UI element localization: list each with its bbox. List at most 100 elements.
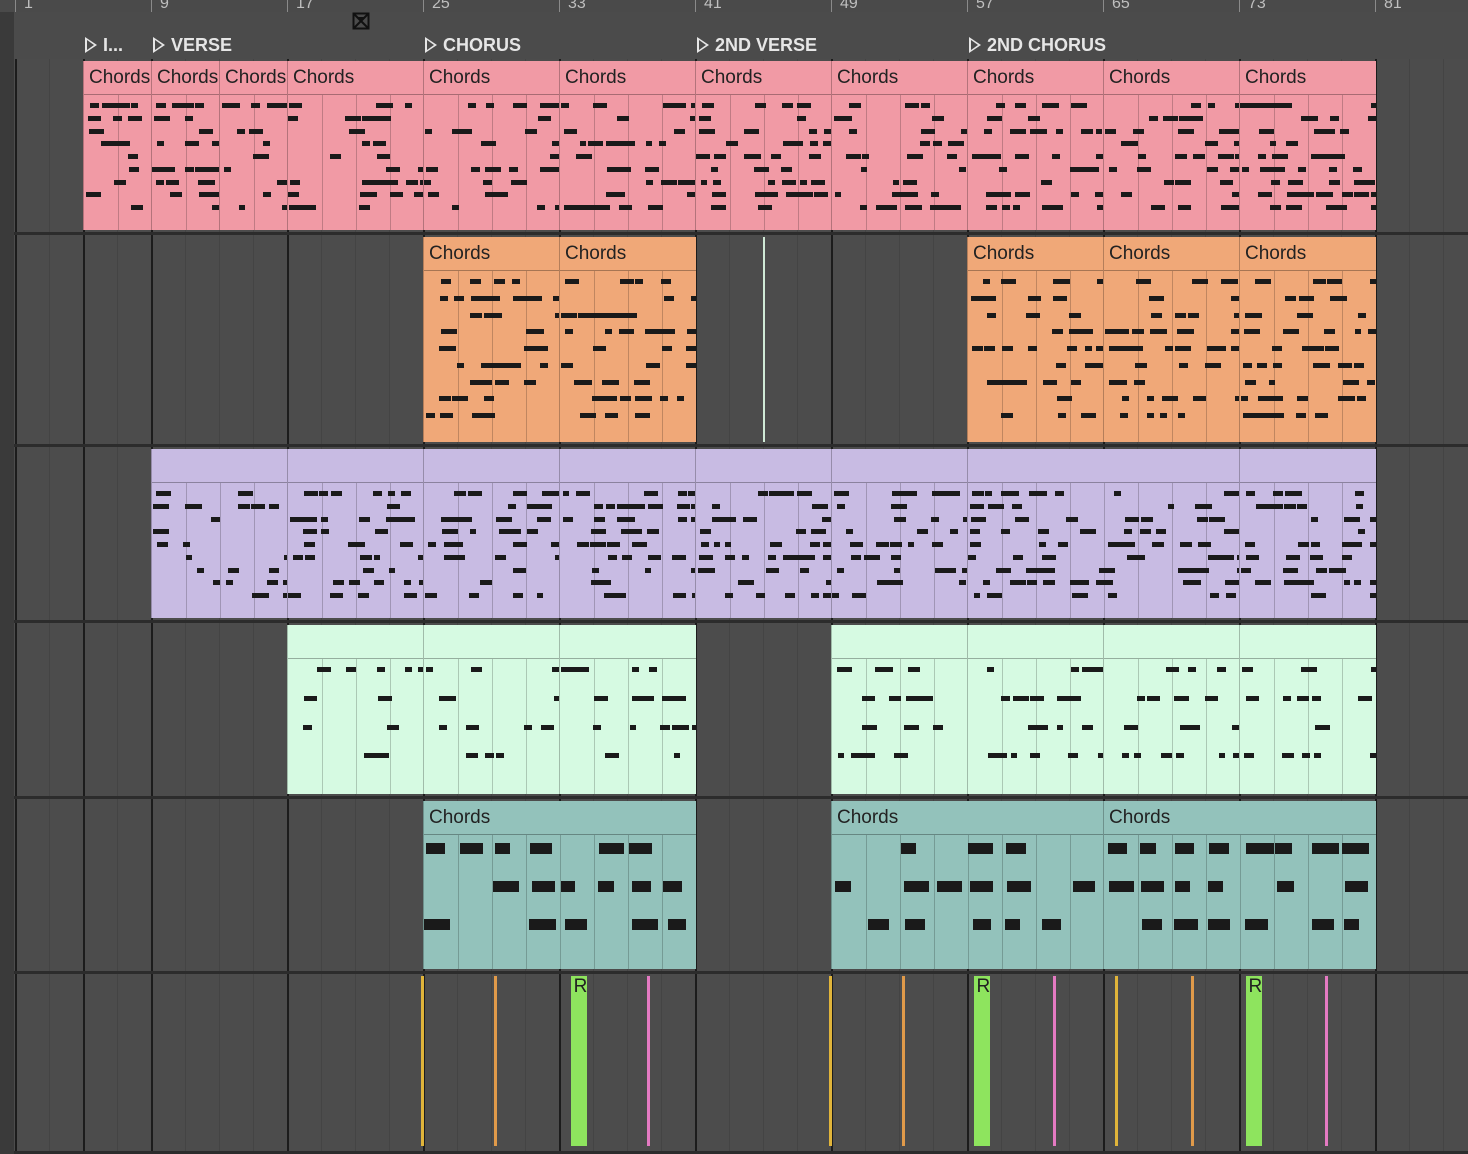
clip-header[interactable]: Chords	[696, 61, 832, 95]
midi-clip[interactable]	[423, 449, 560, 618]
audio-clip[interactable]	[647, 976, 651, 1146]
midi-clip[interactable]: Chords	[83, 61, 152, 230]
midi-clip[interactable]: Chords	[831, 61, 968, 230]
midi-clip[interactable]: Chords	[1103, 801, 1376, 969]
midi-clip[interactable]: Chords	[1103, 237, 1240, 442]
audio-clip[interactable]: R	[973, 976, 990, 1146]
locator-marker[interactable]: 2ND VERSE	[697, 33, 817, 57]
clip-header[interactable]	[424, 625, 560, 659]
midi-clip[interactable]	[287, 449, 424, 618]
clip-header[interactable]	[832, 625, 968, 659]
clip-header[interactable]	[832, 449, 968, 483]
audio-track[interactable]: RRR	[14, 974, 1468, 1154]
midi-track-5[interactable]: Chords Chords Chords	[14, 799, 1468, 974]
clip-header[interactable]: Chords	[220, 61, 288, 95]
midi-clip[interactable]	[967, 449, 1240, 618]
clip-header[interactable]: Chords	[1240, 61, 1376, 95]
midi-clip[interactable]: Chords	[559, 237, 696, 442]
midi-clip[interactable]	[695, 449, 832, 618]
clip-header[interactable]: Chords	[1104, 237, 1240, 271]
clip-header[interactable]: Chords	[832, 61, 968, 95]
audio-clip[interactable]	[829, 976, 832, 1146]
play-triangle-icon[interactable]	[85, 37, 97, 53]
midi-clip[interactable]: Chords	[423, 237, 560, 442]
loop-switch-icon[interactable]	[352, 12, 370, 30]
clip-header[interactable]	[560, 449, 696, 483]
locator-lane[interactable]: I... VERSE CHORUS 2ND VERSE 2ND CHORUS	[14, 12, 1468, 59]
midi-clip[interactable]: Chords	[831, 801, 1104, 969]
clip-header[interactable]: Chords	[152, 61, 220, 95]
midi-clip[interactable]: Chords	[1239, 237, 1376, 442]
audio-clip[interactable]	[1191, 976, 1195, 1146]
audio-clip[interactable]: R	[570, 976, 587, 1146]
clip-header[interactable]: Chords	[968, 237, 1104, 271]
clip-header[interactable]: Chords	[424, 61, 560, 95]
clip-header[interactable]: Chords	[1104, 61, 1240, 95]
midi-clip[interactable]	[967, 625, 1104, 794]
midi-clip[interactable]	[1103, 625, 1240, 794]
midi-clip[interactable]	[151, 449, 288, 618]
play-triangle-icon[interactable]	[425, 37, 437, 53]
clip-header[interactable]	[1240, 449, 1376, 483]
clip-header[interactable]: Chords	[832, 801, 1104, 835]
play-triangle-icon[interactable]	[969, 37, 981, 53]
clip-header[interactable]	[968, 625, 1104, 659]
midi-clip[interactable]	[423, 625, 560, 794]
midi-clip[interactable]: Chords	[1239, 61, 1376, 230]
clip-header[interactable]: Chords	[968, 61, 1104, 95]
midi-clip[interactable]	[831, 449, 968, 618]
midi-clip[interactable]: Chords	[1103, 61, 1240, 230]
clip-header[interactable]	[424, 449, 560, 483]
audio-clip[interactable]	[902, 976, 906, 1146]
clip-header[interactable]	[288, 449, 424, 483]
audio-clip[interactable]	[421, 976, 424, 1146]
locator-marker[interactable]: VERSE	[153, 33, 232, 57]
clip-header[interactable]	[968, 449, 1240, 483]
play-triangle-icon[interactable]	[153, 37, 165, 53]
audio-clip[interactable]	[494, 976, 498, 1146]
audio-clip[interactable]	[1325, 976, 1329, 1146]
clip-header[interactable]	[152, 449, 288, 483]
clip-header[interactable]: Chords	[1240, 237, 1376, 271]
clip-header[interactable]: Chords	[288, 61, 424, 95]
midi-clip[interactable]: Chords	[423, 61, 560, 230]
clip-header[interactable]	[288, 625, 424, 659]
clip-header[interactable]	[696, 449, 832, 483]
audio-clip[interactable]	[1053, 976, 1057, 1146]
midi-track-1[interactable]: Chords Chords Chords Chords Chords Chords Chor…	[14, 59, 1468, 235]
clip-header[interactable]: Chords	[424, 801, 696, 835]
midi-track-3[interactable]	[14, 447, 1468, 623]
midi-clip[interactable]: Chords	[967, 237, 1104, 442]
audio-clip[interactable]: R	[1245, 976, 1262, 1146]
midi-clip[interactable]: Chords	[151, 61, 220, 230]
clip-header[interactable]: Chords	[560, 237, 696, 271]
midi-clip[interactable]: Chords	[423, 801, 696, 969]
midi-clip[interactable]	[287, 625, 424, 794]
play-triangle-icon[interactable]	[697, 37, 709, 53]
locator-marker[interactable]: 2ND CHORUS	[969, 33, 1106, 57]
clip-header[interactable]	[1104, 625, 1240, 659]
audio-clip[interactable]	[1114, 976, 1118, 1146]
midi-clip[interactable]: Chords	[559, 61, 696, 230]
midi-clip[interactable]	[559, 449, 696, 618]
midi-clip[interactable]: Chords	[967, 61, 1104, 230]
midi-clip[interactable]: Chords	[287, 61, 424, 230]
clip-header[interactable]	[560, 625, 696, 659]
clip-header[interactable]	[1240, 625, 1376, 659]
arrangement-view[interactable]: Chords Chords Chords Chords Chords Chords Chor…	[14, 59, 1468, 1154]
clip-header[interactable]: Chords	[560, 61, 696, 95]
midi-note	[269, 567, 280, 573]
locator-marker[interactable]: CHORUS	[425, 33, 521, 57]
clip-header[interactable]: Chords	[1104, 801, 1376, 835]
midi-track-2[interactable]: Chords Chords Chords Chords Chords	[14, 235, 1468, 447]
midi-clip[interactable]	[559, 625, 696, 794]
midi-clip[interactable]: Chords	[219, 61, 288, 230]
locator-marker[interactable]: I...	[85, 33, 123, 57]
midi-clip[interactable]	[831, 625, 968, 794]
midi-clip[interactable]	[1239, 449, 1376, 618]
midi-clip[interactable]	[1239, 625, 1376, 794]
clip-header[interactable]: Chords	[424, 237, 560, 271]
clip-header[interactable]: Chords	[84, 61, 152, 95]
midi-clip[interactable]: Chords	[695, 61, 832, 230]
midi-track-4[interactable]	[14, 623, 1468, 799]
